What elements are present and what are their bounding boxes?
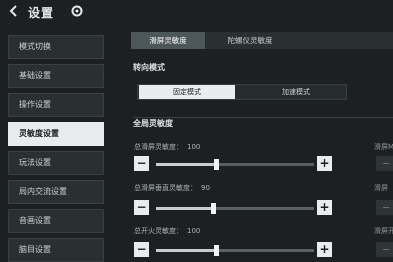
sidebar-item-audio-visual[interactable]: 音画设置 bbox=[8, 209, 104, 233]
slider-label-text: 总滑屏灵敏度： bbox=[134, 143, 183, 151]
slider-fill bbox=[156, 249, 217, 252]
slider-track[interactable] bbox=[156, 245, 314, 256]
increase-button[interactable]: + bbox=[317, 156, 332, 171]
slider-label-text: 总开火灵敏度： bbox=[134, 227, 183, 235]
edge-decrease-button[interactable] bbox=[376, 242, 393, 257]
accel-mode-button[interactable]: 加速模式 bbox=[248, 85, 344, 99]
slider-value: 90 bbox=[201, 184, 210, 192]
sidebar-item-basic[interactable]: 基础设置 bbox=[8, 64, 104, 88]
slider-value: 100 bbox=[187, 143, 201, 151]
global-sensitivity-title: 全局灵敏度 bbox=[133, 119, 173, 128]
slider-fill bbox=[156, 207, 213, 210]
back-arrow-icon[interactable] bbox=[7, 4, 21, 18]
edge-label: 滑屏开 bbox=[374, 227, 393, 235]
slider-thumb[interactable] bbox=[214, 159, 220, 170]
decrease-button[interactable]: − bbox=[134, 156, 149, 171]
slider-value: 100 bbox=[187, 227, 201, 235]
top-bar: 设置 bbox=[0, 0, 393, 24]
slider-track[interactable] bbox=[156, 203, 314, 214]
slider-label-text: 总滑屏垂直灵敏度： bbox=[134, 184, 197, 192]
tab-gyro-sensitivity[interactable]: 陀螺仪灵敏度 bbox=[213, 32, 287, 49]
sensitivity-panel: 滑屏灵敏度 陀螺仪灵敏度 转向模式 固定模式 加速模式 全局灵敏度 总滑屏灵敏度… bbox=[124, 28, 393, 257]
slider-fill bbox=[156, 163, 217, 166]
slider-label: 总滑屏垂直灵敏度： 90 bbox=[134, 183, 210, 193]
slider-label: 总滑屏灵敏度： 100 bbox=[134, 142, 200, 152]
edge-decrease-button[interactable] bbox=[376, 200, 393, 215]
slider-track[interactable] bbox=[156, 159, 314, 170]
sidebar-item-communication[interactable]: 局内交流设置 bbox=[8, 180, 104, 204]
game-logo-icon bbox=[71, 5, 83, 17]
turn-mode-title: 转向模式 bbox=[133, 63, 165, 72]
sidebar-item-gameplay[interactable]: 玩法设置 bbox=[8, 151, 104, 175]
sidebar-item-other[interactable]: 脑目设置 bbox=[8, 238, 104, 262]
tab-bar: 滑屏灵敏度 陀螺仪灵敏度 bbox=[131, 32, 393, 49]
sidebar-item-sensitivity[interactable]: 灵敏度设置 bbox=[8, 122, 104, 146]
tab-swipe-sensitivity[interactable]: 滑屏灵敏度 bbox=[131, 32, 205, 49]
edge-decrease-button[interactable] bbox=[376, 156, 393, 171]
increase-button[interactable]: + bbox=[317, 242, 332, 257]
increase-button[interactable]: + bbox=[317, 200, 332, 215]
decrease-button[interactable]: − bbox=[134, 242, 149, 257]
sidebar-item-mode-switch[interactable]: 模式切换 bbox=[8, 35, 104, 59]
settings-sidebar: 模式切换 基础设置 操作设置 灵敏度设置 玩法设置 局内交流设置 音画设置 脑目… bbox=[0, 33, 106, 262]
slider-thumb[interactable] bbox=[214, 245, 220, 256]
page-title: 设置 bbox=[28, 6, 55, 20]
slider-thumb[interactable] bbox=[210, 203, 216, 214]
slider-label: 总开火灵敏度： 100 bbox=[134, 226, 200, 236]
decrease-button[interactable]: − bbox=[134, 200, 149, 215]
turn-mode-selector: 固定模式 加速模式 bbox=[137, 84, 347, 100]
edge-label: 滑屏 bbox=[374, 184, 388, 192]
fixed-mode-button[interactable]: 固定模式 bbox=[139, 85, 235, 99]
sidebar-item-controls[interactable]: 操作设置 bbox=[8, 93, 104, 117]
edge-label: 滑屏M bbox=[374, 143, 393, 151]
